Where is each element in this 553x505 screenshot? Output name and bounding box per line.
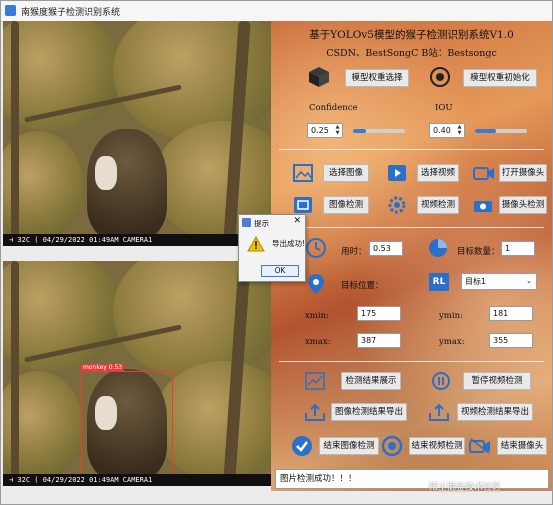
end-image-detect-button[interactable]: 结束图像检测 [319,437,379,455]
upload-icon [429,403,449,421]
image-icon [293,164,313,182]
dialog-message: 导出成功! [272,239,306,248]
camera-timestamp: ⊣ 32C ( 04/29/2022 01:49AM CAMERA1 [3,474,271,486]
ymin-label: ymin: [439,311,463,321]
ymax-value-field: 355 [489,333,533,348]
xmax-value-field: 387 [357,333,401,348]
time-value-field: 0.53 [369,241,403,256]
count-label: 目标数量： [457,247,500,257]
confidence-spinbox[interactable]: 0.25 ▲ ▼ [307,123,343,138]
status-text: 图片检测成功！！！ [280,474,357,484]
model-weight-init-button[interactable]: 模型权重初始化 [463,69,537,87]
iou-slider[interactable] [475,129,527,133]
pause-video-button[interactable]: 暂停视频检测 [463,372,531,390]
app-icon [5,5,16,16]
camera-icon [473,167,494,180]
divider [279,227,544,228]
position-label: 目标位置： [341,281,384,291]
iou-slider-fill [475,129,496,133]
rl-icon: RL [429,273,449,291]
camera-detect-button[interactable]: 摄像头检测 [499,196,547,214]
iou-spinbox[interactable]: 0.40 ▲ ▼ [429,123,465,138]
export-video-results-button[interactable]: 视频检测结果导出 [457,403,533,421]
ymin-value-field: 181 [489,306,533,321]
chevron-down-icon[interactable]: ⌄ [526,274,532,289]
control-panel: 基于YOLOv5模型的猴子检测识别系统V1.0 CSDN、BestSongC B… [271,21,552,491]
spin-arrows-icon[interactable]: ▲ ▼ [334,124,341,136]
end-camera-button[interactable]: 结束摄像头 [497,437,547,455]
dialog-title: 提示 [254,219,269,228]
xmin-label: xmin: [305,311,329,321]
original-image-pane: ⊣ 32C ( 04/29/2022 01:49AM CAMERA1 [3,21,271,246]
message-dialog: 提示 ✕ 导出成功! OK [238,214,306,282]
detection-image-pane: monkey 0.53 ⊣ 32C ( 04/29/2022 01:49AM C… [3,261,271,486]
divider [279,361,544,362]
ok-button[interactable]: OK [261,265,299,277]
check-circle-icon [292,436,312,456]
open-camera-button[interactable]: 打开摄像头 [499,164,547,182]
detection-label: monkey 0.53 [81,364,125,372]
camera-detect-icon [474,201,492,212]
video-icon [388,165,406,181]
system-subtitle: CSDN、BestSongC B站：Bestsongc [326,48,497,59]
show-results-button[interactable]: 检测结果展示 [341,372,401,390]
image-detect-icon [294,197,312,213]
confidence-label: Confidence [309,103,358,113]
title-bar: 南猴度猴子检测识别系统 [1,1,552,22]
end-video-detect-button[interactable]: 结束视频检测 [409,437,465,455]
xmin-value-field: 175 [357,306,401,321]
dialog-app-icon [242,218,251,227]
select-image-button[interactable]: 选择图像 [323,164,369,182]
divider [279,149,544,150]
spin-arrows-icon[interactable]: ▲ ▼ [456,124,463,136]
warning-icon [247,236,265,252]
confidence-slider-fill [353,129,366,133]
ymax-label: ymax: [439,337,465,347]
count-value-field: 1 [501,241,535,256]
model-weight-select-button[interactable]: 模型权重选择 [345,69,409,87]
clock-icon [306,238,326,258]
stop-circle-icon [381,435,403,457]
export-image-results-button[interactable]: 图像检测结果导出 [331,403,407,421]
camera-off-icon [469,438,490,454]
pie-chart-icon [429,239,447,257]
detection-box: monkey 0.53 [81,364,173,475]
camera-timestamp: ⊣ 32C ( 04/29/2022 01:49AM CAMERA1 [3,234,271,246]
upload-icon [305,403,325,421]
time-label: 用时： [341,247,367,257]
target-select-dropdown[interactable]: 目标1 ⌄ [461,273,537,290]
cube-icon [309,67,329,87]
main-window: 南猴度猴子检测识别系统 ⊣ 32C ( 04/29/2022 01:49AM C… [0,0,553,505]
window-title: 南猴度猴子检测识别系统 [21,8,121,18]
forest-scene-image [3,21,271,246]
status-bar: 图片检测成功！！！ [275,469,549,489]
pause-icon [432,372,450,390]
close-icon[interactable]: ✕ [293,216,301,226]
watermark: 稀土掘金技术社区 [429,483,502,493]
location-pin-icon [308,274,324,294]
system-title: 基于YOLOv5模型的猴子检测识别系统V1.0 [309,29,514,41]
gear-icon [388,196,406,214]
target-icon [430,67,450,87]
confidence-slider[interactable] [353,129,405,133]
image-detect-button[interactable]: 图像检测 [323,196,369,214]
video-detect-button[interactable]: 视频检测 [417,196,459,214]
xmax-label: xmax: [305,337,331,347]
line-chart-icon [305,372,325,390]
select-video-button[interactable]: 选择视频 [417,164,459,182]
iou-label: IOU [435,103,453,113]
